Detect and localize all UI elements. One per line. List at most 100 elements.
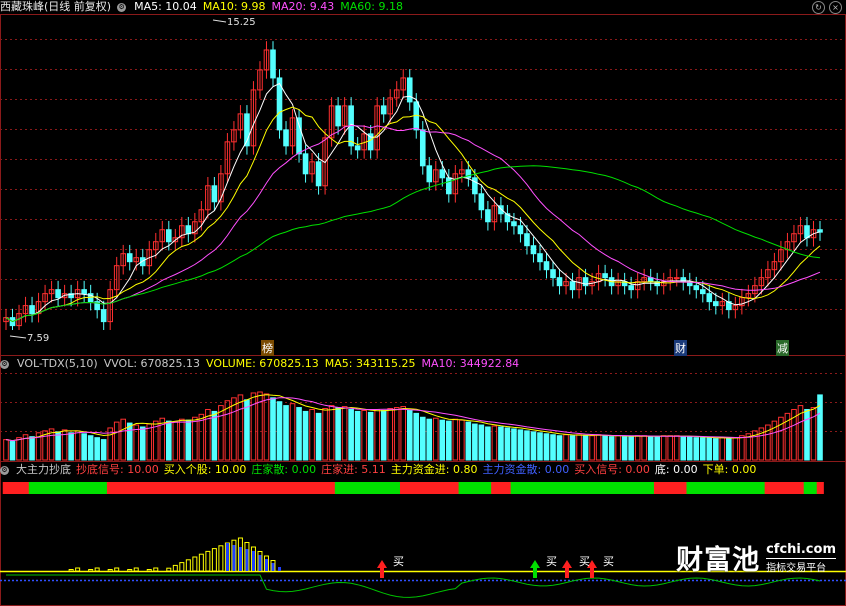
indicator-strip-cell: [595, 482, 603, 494]
volume-bar: [302, 410, 309, 461]
vol-indicator-name[interactable]: VOL-TDX(5,10): [17, 357, 98, 371]
candle-body: [81, 289, 87, 295]
volume-bar: [602, 435, 608, 461]
volume-bar: [739, 435, 745, 461]
indicator-strip-cell: [152, 482, 160, 494]
indicator-strip-cell: [712, 482, 720, 494]
volume-bar: [81, 433, 87, 461]
indicator-strip-cell: [386, 482, 395, 494]
volume-bar: [511, 428, 517, 461]
indicator-strip-cell: [758, 482, 766, 494]
volume-bar: [309, 408, 315, 461]
indicator-strip-cell: [653, 482, 662, 494]
indicator-strip-cell: [106, 482, 115, 494]
indicator-settings-icon[interactable]: ⚙: [0, 465, 9, 475]
indicator-yellow-bar: [94, 567, 100, 572]
volume-bar: [263, 393, 270, 461]
event-marker-jian[interactable]: 减: [776, 340, 789, 356]
watermark-domain: cfchi.com: [766, 541, 836, 557]
candle-body: [485, 209, 491, 223]
candle-body: [380, 105, 387, 115]
candle-body: [446, 177, 452, 195]
indicator-strip-cell: [54, 482, 62, 494]
volume-bar: [276, 401, 283, 461]
indicator-field-1: 抄底信号: 10.00: [76, 463, 159, 476]
indicator-strip-cell: [504, 482, 512, 494]
candle-body: [543, 261, 550, 271]
buy-arrow-stem: [380, 568, 384, 578]
chart-canvas: [0, 14, 846, 606]
indicator-field-5: 主力资金进: 0.80: [390, 463, 478, 476]
indicator-strip-cell: [172, 482, 180, 494]
volume-bar: [68, 432, 74, 461]
candle-body: [439, 169, 446, 179]
indicator-yellow-bar: [218, 545, 224, 572]
volume-bar: [406, 409, 413, 461]
indicator-strip-cell: [15, 482, 23, 494]
indicator-name[interactable]: 大主力抄底: [16, 463, 71, 477]
indicator-strip-cell: [777, 482, 785, 494]
indicator-strip-cell: [426, 482, 434, 494]
watermark-slogan: 指标交易平台: [766, 557, 836, 574]
candle-body: [29, 305, 35, 315]
volume-bar: [699, 437, 706, 461]
volume-bar: [322, 408, 328, 461]
volume-bar: [582, 435, 589, 461]
candle-body: [804, 225, 810, 239]
indicator-blue-bar: [232, 545, 236, 571]
indicator-strip-cell: [28, 482, 36, 494]
volume-bar: [569, 435, 576, 461]
volume-bar: [634, 435, 641, 461]
event-marker-cai[interactable]: 财: [674, 340, 687, 356]
buy-arrow-icon: [530, 560, 540, 568]
indicator-strip-cell: [673, 482, 681, 494]
volume-bar: [667, 435, 674, 461]
ma60-line: [5, 165, 821, 323]
chart-frame: [0, 14, 846, 606]
volume-bar: [16, 437, 22, 461]
indicator-field-8: 底: 0.00: [654, 463, 698, 476]
indicator-yellow-bar: [172, 564, 178, 572]
indicator-strip-cell: [575, 482, 583, 494]
indicator-strip-cell: [302, 482, 310, 494]
volume-bar: [3, 439, 9, 461]
indicator-strip-cell: [562, 482, 570, 494]
indicator-strip-cell: [413, 482, 421, 494]
volume-bar: [713, 438, 719, 461]
candle-body: [270, 49, 276, 79]
volume-bar: [537, 432, 543, 461]
indicator-strip-cell: [582, 482, 590, 494]
indicator-strip-cell: [745, 482, 753, 494]
volume-bar: [400, 406, 407, 461]
volume-bar: [413, 412, 420, 461]
indicator-yellow-bar: [68, 569, 74, 572]
indicator-strip-cell: [640, 482, 649, 494]
candle-body: [511, 221, 517, 227]
indicator-strip-cell: [2, 482, 10, 494]
event-marker-bang[interactable]: 榜: [261, 340, 274, 356]
volume-bar: [693, 437, 700, 461]
volume-bar: [686, 436, 693, 461]
volume-bar: [244, 399, 250, 461]
candle-body: [296, 117, 302, 155]
indicator-blue-bar: [278, 567, 282, 571]
volume-settings-icon[interactable]: ⚙: [0, 359, 9, 369]
candle-body: [602, 273, 608, 279]
volume-bar: [498, 426, 504, 461]
indicator-strip-cell: [289, 482, 297, 494]
stock-chart-window: { "header": { "title": "西藏珠峰(日线 前复权)", "…: [0, 0, 846, 606]
indicator-strip-cell: [61, 482, 69, 494]
volume-bar: [817, 394, 823, 461]
indicator-strip-cell: [719, 482, 727, 494]
volume-bar: [628, 436, 634, 461]
indicator-strip-cell: [784, 482, 792, 494]
indicator-yellow-bar: [205, 550, 211, 572]
indicator-strip-cell: [74, 482, 82, 494]
volume-bar: [179, 418, 185, 461]
volume-bar: [367, 411, 374, 461]
candle-body: [556, 277, 563, 287]
volume-bar: [439, 419, 446, 461]
candle-body: [211, 185, 218, 203]
buy-signal-label-3: 买: [579, 555, 590, 568]
indicator-strip-cell: [686, 482, 694, 494]
